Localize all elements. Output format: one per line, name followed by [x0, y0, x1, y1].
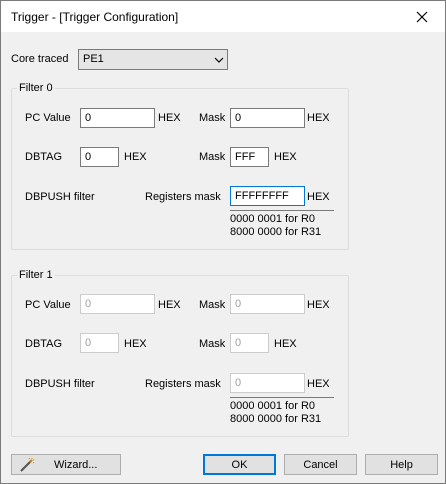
- filter-1-hint-divider: [230, 397, 334, 398]
- filter-0-pc-input[interactable]: 0: [80, 108, 155, 128]
- filter-0-registers-mask-unit: HEX: [307, 191, 330, 203]
- close-button[interactable]: [399, 1, 445, 32]
- close-icon: [416, 11, 428, 22]
- filter-1-dbtag-mask-input[interactable]: 0: [230, 333, 269, 353]
- filter-1-registers-mask-label: Registers mask: [145, 378, 221, 390]
- filter-1-pc-mask-input[interactable]: 0: [230, 294, 305, 314]
- magic-wand-icon: [20, 457, 35, 472]
- filter-0-pc-mask-unit: HEX: [307, 112, 330, 124]
- filter-1-hint-r0: 0000 0001 for R0: [230, 400, 316, 412]
- help-button-label: Help: [390, 458, 413, 471]
- core-traced-value: PE1: [83, 53, 104, 65]
- filter-1-hint-r31: 8000 0000 for R31: [230, 413, 322, 425]
- filter-1-dbtag-mask-label: Mask: [199, 338, 226, 350]
- wizard-button[interactable]: Wizard...: [11, 454, 121, 475]
- cancel-button[interactable]: Cancel: [284, 454, 357, 475]
- filter-1-registers-mask-input[interactable]: 0: [230, 373, 305, 393]
- filter-1-dbtag-unit: HEX: [124, 338, 147, 350]
- filter-0-dbpush-label: DBPUSH filter: [25, 191, 95, 203]
- help-button[interactable]: Help: [365, 454, 438, 475]
- filter-0-registers-mask-label: Registers mask: [145, 191, 221, 203]
- filter-0-registers-mask-input[interactable]: FFFFFFFF: [230, 186, 305, 206]
- filter-1-dbtag-mask-unit: HEX: [274, 338, 297, 350]
- filter-0-pc-mask-input[interactable]: 0: [230, 108, 305, 128]
- filter-1-dbtag-input[interactable]: 0: [80, 333, 119, 353]
- filter-1-pc-unit: HEX: [158, 299, 181, 311]
- filter-1-dbpush-label: DBPUSH filter: [25, 378, 95, 390]
- filter-0-dbtag-mask-unit: HEX: [274, 151, 297, 163]
- filter-0-hint-r31: 8000 0000 for R31: [230, 226, 322, 238]
- filter-0-dbtag-input[interactable]: 0: [80, 147, 119, 167]
- filter-0-pc-mask-label: Mask: [199, 112, 226, 124]
- filter-1-registers-mask-unit: HEX: [307, 378, 330, 390]
- core-traced-label: Core traced: [11, 53, 69, 65]
- filter-1-pc-mask-label: Mask: [199, 299, 226, 311]
- core-traced-select[interactable]: PE1: [78, 49, 228, 70]
- filter-1-dbtag-label: DBTAG: [25, 338, 63, 350]
- cancel-button-label: Cancel: [303, 458, 338, 471]
- filter-0-dbtag-label: DBTAG: [25, 151, 63, 163]
- filter-0-hint-divider: [230, 210, 334, 211]
- filter-1-pc-input[interactable]: 0: [80, 294, 155, 314]
- filter-1-pc-label: PC Value: [25, 299, 71, 311]
- filter-0-dbtag-mask-input[interactable]: FFF: [230, 147, 269, 167]
- filter-0-dbtag-unit: HEX: [124, 151, 147, 163]
- window-title: Trigger - [Trigger Configuration]: [11, 10, 179, 24]
- filter-0-title: Filter 0: [17, 82, 55, 94]
- ok-button[interactable]: OK: [203, 454, 276, 475]
- filter-0-hint-r0: 0000 0001 for R0: [230, 213, 316, 225]
- filter-0-pc-label: PC Value: [25, 112, 71, 124]
- filter-1-title: Filter 1: [17, 269, 55, 281]
- ok-button-label: OK: [231, 458, 248, 471]
- chevron-down-icon: [214, 57, 224, 63]
- trigger-dialog: Trigger - [Trigger Configuration] Core t…: [0, 0, 446, 484]
- filter-1-pc-mask-unit: HEX: [307, 299, 330, 311]
- filter-0-dbtag-mask-label: Mask: [199, 151, 226, 163]
- title-bar: Trigger - [Trigger Configuration]: [1, 1, 445, 32]
- filter-0-pc-unit: HEX: [158, 112, 181, 124]
- wizard-button-label: Wizard...: [54, 459, 98, 471]
